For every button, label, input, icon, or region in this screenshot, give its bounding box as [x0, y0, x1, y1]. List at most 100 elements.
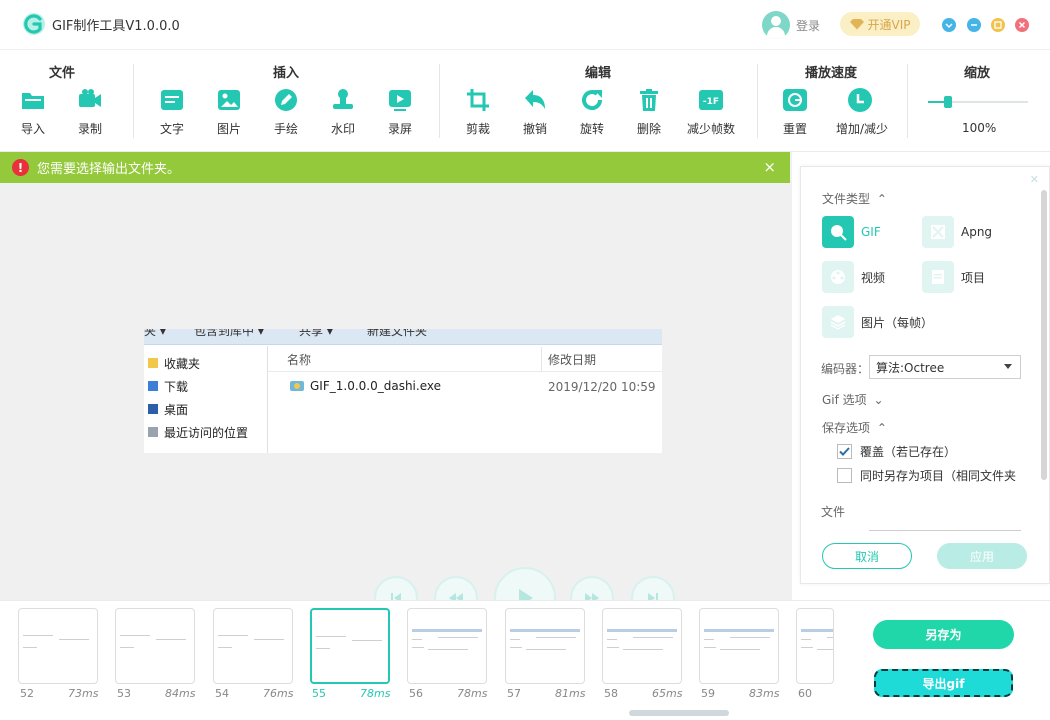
divider [757, 64, 758, 138]
frame-thumbnail[interactable] [505, 608, 585, 684]
type-images-label: 图片（每帧） [861, 315, 934, 330]
thumbnail-line [120, 635, 150, 636]
save-project-checkbox[interactable]: 同时另存为项目（相同文件夹 [837, 467, 1016, 484]
vip-button[interactable]: 开通VIP [840, 12, 920, 36]
divider [907, 64, 908, 138]
type-video-option[interactable]: 视频 [822, 261, 885, 293]
overwrite-checkbox[interactable]: 覆盖（若已存在） [837, 443, 956, 460]
import-button[interactable]: 导入 [9, 86, 57, 142]
chevron-up-icon: ⌃ [876, 192, 887, 206]
image-label: 图片 [216, 122, 241, 136]
maximize-button[interactable] [991, 18, 1005, 32]
thumbnail-line [801, 629, 833, 632]
warning-icon: ! [12, 159, 29, 176]
gif-options-section[interactable]: Gif 选项 ⌄ [822, 391, 884, 408]
thumbnail-line [438, 637, 478, 638]
menu-dropdown-button[interactable] [942, 18, 956, 32]
type-gif-option[interactable]: GIF [822, 216, 881, 248]
record-label: 录制 [77, 122, 102, 136]
watermark-button[interactable]: 水印 [319, 86, 367, 142]
panel-close-icon[interactable]: ✕ [1030, 173, 1039, 186]
thumbnail-line [827, 637, 833, 638]
login-button[interactable]: 登录 [762, 11, 820, 39]
type-apng-option[interactable]: Apng [922, 216, 992, 248]
film-reel-icon [822, 261, 854, 293]
zoom-slider-thumb[interactable] [944, 96, 952, 108]
frame-thumbnail[interactable] [699, 608, 779, 684]
vip-label: 开通VIP [867, 17, 911, 32]
alert-banner: ! 您需要选择输出文件夹。 × [0, 152, 790, 183]
screen-record-button[interactable]: 录屏 [376, 86, 424, 142]
panel-scrollbar[interactable] [1041, 190, 1047, 480]
frame-number: 58 [604, 687, 618, 700]
thumbnail-line [428, 649, 468, 650]
save-project-label: 同时另存为项目（相同文件夹 [860, 469, 1017, 483]
type-images-option[interactable]: 图片（每帧） [822, 306, 933, 338]
folder-icon [22, 93, 44, 109]
type-project-option[interactable]: 项目 [922, 261, 985, 293]
thumbnail-line [412, 629, 482, 632]
alert-close-button[interactable]: × [763, 158, 776, 176]
minimize-button[interactable] [967, 18, 981, 32]
frame-thumbnail[interactable] [602, 608, 682, 684]
preview-sidebar-item: 最近访问的位置 [148, 423, 248, 441]
file-type-section[interactable]: 文件类型 ⌃ [822, 190, 887, 207]
speed-adjust-label: 增加/减少 [836, 122, 889, 136]
close-button[interactable] [1015, 18, 1029, 32]
speed-adjust-button[interactable]: 增加/减少 [836, 86, 889, 142]
image-button[interactable]: 图片 [205, 86, 253, 142]
frame-number: 52 [20, 687, 34, 700]
frame-thumbnail[interactable] [796, 608, 834, 684]
preview-col-date: 修改日期 [548, 352, 597, 367]
group-title-insert: 插入 [272, 66, 299, 81]
preview-toolbar-item: 新建文件夹 [367, 329, 428, 338]
frame-thumbnail[interactable] [310, 608, 390, 684]
frame-thumbnail[interactable] [407, 608, 487, 684]
svg-text:-1F: -1F [703, 97, 719, 107]
thumbnail-line [633, 637, 673, 638]
zoom-slider[interactable] [928, 96, 1028, 108]
undo-button[interactable]: 撤销 [511, 86, 559, 142]
frame-thumbnail[interactable] [213, 608, 293, 684]
cancel-button[interactable]: 取消 [822, 543, 912, 569]
frame-delay: 81ms [555, 687, 586, 700]
frame-thumbnail[interactable] [18, 608, 98, 684]
preview-file-row: GIF_1.0.0.0_dashi.exe [289, 379, 441, 393]
speed-reset-button[interactable]: 重置 [771, 86, 819, 142]
preview-file-name: GIF_1.0.0.0_dashi.exe [310, 379, 441, 393]
type-video-label: 视频 [861, 270, 886, 285]
thumbnail-line [316, 648, 330, 649]
chevron-down-icon: ⌄ [873, 393, 884, 407]
record-button[interactable]: 录制 [66, 86, 114, 142]
crop-button[interactable]: 剪裁 [454, 86, 502, 142]
type-apng-label: Apng [961, 225, 993, 239]
preview-sidebar-item: 收藏夹 [148, 354, 200, 372]
frame-thumbnail[interactable] [115, 608, 195, 684]
export-gif-button[interactable]: 导出gif [874, 669, 1013, 697]
save-as-button[interactable]: 另存为 [873, 620, 1014, 649]
group-title-speed: 播放速度 [804, 66, 857, 81]
group-title-edit: 编辑 [584, 66, 611, 81]
timeline-scrollbar[interactable] [629, 710, 729, 716]
type-gif-label: GIF [861, 225, 881, 239]
text-button[interactable]: 文字 [148, 86, 196, 142]
apply-button[interactable]: 应用 [937, 543, 1027, 569]
save-options-section[interactable]: 保存选项 ⌃ [822, 419, 887, 436]
chevron-down-icon [945, 23, 953, 29]
delete-button[interactable]: 删除 [625, 86, 673, 142]
thumbnail-line [607, 647, 619, 648]
frame-delay: 73ms [68, 687, 99, 700]
preview-toolbar-item: 夹 ▾ [144, 329, 166, 338]
import-label: 导入 [20, 122, 45, 136]
overwrite-label: 覆盖（若已存在） [860, 445, 957, 459]
encoder-select[interactable]: 算法:Octree [869, 355, 1021, 379]
draw-button[interactable]: 手绘 [262, 86, 310, 142]
preview-sidebar-item: 下载 [148, 377, 188, 395]
file-type-label: 文件类型 [822, 192, 871, 206]
preview-toolbar-item: 共享 ▾ [299, 329, 333, 338]
file-input-edge [869, 530, 1021, 531]
reduce-frames-button[interactable]: -1F 减少帧数 [687, 86, 735, 142]
avatar-icon [762, 11, 790, 39]
rotate-button[interactable]: 旋转 [568, 86, 616, 142]
gif-icon [822, 216, 854, 248]
